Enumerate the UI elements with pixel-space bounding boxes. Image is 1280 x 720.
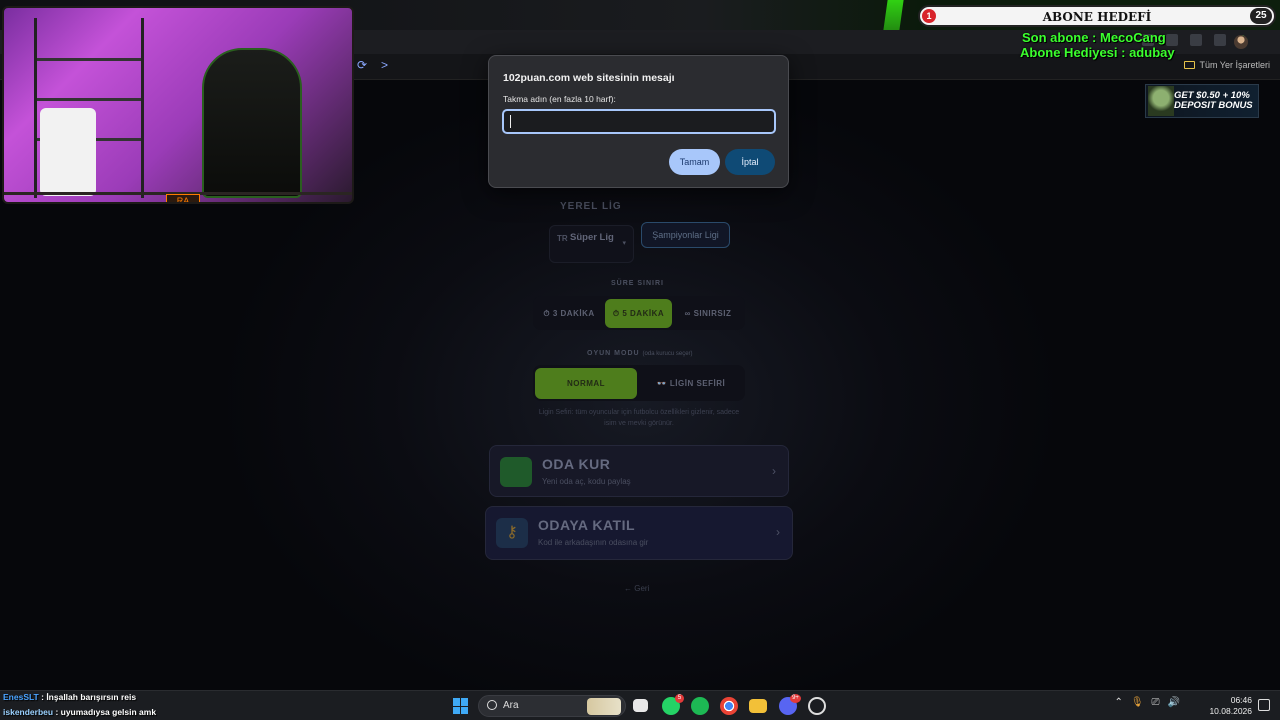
search-label: Ara <box>503 700 519 711</box>
cancel-button[interactable]: İptal <box>725 149 775 175</box>
chat-username: EnesSLT <box>3 692 39 702</box>
ad-banner[interactable]: GET $0.50 + 10% DEPOSIT BONUS <box>1145 84 1259 118</box>
time-option-3-min[interactable]: ⏱ 3 DAKİKA <box>537 299 601 328</box>
gaming-chair <box>202 48 302 198</box>
system-tray: ⌃ 🎙 ⎚ 🔊 <box>1114 697 1180 708</box>
join-room-title: ODAYA KATIL <box>538 517 636 533</box>
discord-badge: 9+ <box>790 694 801 703</box>
prompt-dialog: 102puan.com web sitesinin mesajı Takma a… <box>488 55 789 188</box>
ok-button[interactable]: Tamam <box>669 149 720 175</box>
game-mode-note: (oda kurucu seçer) <box>642 351 693 357</box>
text-cursor <box>510 115 511 128</box>
search-icon <box>487 700 497 710</box>
whatsapp-badge: 5 <box>675 694 684 703</box>
notification-icon[interactable] <box>1258 699 1270 711</box>
league-option-label: Süper Lig <box>570 232 614 243</box>
clock-date: 10.08.2026 <box>1209 706 1252 716</box>
chrome-icon[interactable] <box>720 697 738 715</box>
subscriber-info: Son abone : MecoCang Abone Hediyesi : ad… <box>1020 30 1175 60</box>
chat-message: EnesSLT : İnşallah barışırsın reis <box>3 692 137 702</box>
clock[interactable]: 06:46 10.08.2026 <box>1209 695 1252 717</box>
nickname-input[interactable] <box>502 109 776 134</box>
webcam-overlay: RA <box>2 6 354 204</box>
gift-subscriber: Abone Hediyesi : adubay <box>1020 45 1175 60</box>
chat-text: İnşallah barışırsın reis <box>46 692 137 702</box>
file-explorer-icon[interactable] <box>749 699 767 713</box>
whatsapp-icon[interactable]: 5 <box>662 694 684 715</box>
create-room-subtitle: Yeni oda aç, kodu paylaş <box>542 477 631 486</box>
league-select[interactable]: TR Süper Lig ▾ <box>549 225 634 263</box>
dialog-title: 102puan.com web sitesinin mesajı <box>503 72 675 84</box>
volume-icon[interactable]: 🔊 <box>1168 697 1180 708</box>
game-mode-label: OYUN MODU <box>587 350 640 357</box>
folder-icon <box>1184 61 1196 69</box>
goal-title: ABONE HEDEFİ <box>1042 10 1152 24</box>
mode-option-ambassador[interactable]: 👓 LİGİN SEFİRİ <box>641 368 741 399</box>
chevron-up-icon[interactable]: ⌃ <box>1114 697 1122 708</box>
ad-character-image <box>1148 86 1174 116</box>
search-highlight-image <box>587 698 621 715</box>
join-room-subtitle: Kod ile arkadaşının odasına gir <box>538 538 649 547</box>
taskbar-search[interactable]: Ara <box>478 695 626 717</box>
all-bookmarks-label: Tüm Yer İşaretleri <box>1199 60 1270 70</box>
subscriber-goal-bar: 1 ABONE HEDEFİ 25 <box>918 5 1276 27</box>
mode-option-normal[interactable]: NORMAL <box>535 368 637 399</box>
key-icon: ⚷ <box>496 518 528 548</box>
air-cooler <box>40 108 96 196</box>
ad-text: GET $0.50 + 10% DEPOSIT BONUS <box>1174 91 1253 111</box>
extension-icon[interactable] <box>1214 34 1226 46</box>
spotify-icon[interactable] <box>691 697 709 715</box>
discord-icon[interactable]: 9+ <box>779 694 801 715</box>
network-icon[interactable]: ⎚ <box>1152 697 1160 708</box>
chevron-right-icon: › <box>776 525 780 539</box>
create-room-title: ODA KUR <box>542 456 611 472</box>
ad-line-2: DEPOSIT BONUS <box>1174 100 1253 111</box>
goal-target-count: 25 <box>1250 8 1272 24</box>
extension-icon[interactable] <box>1190 34 1202 46</box>
all-bookmarks-button[interactable]: Tüm Yer İşaretleri <box>1184 60 1270 70</box>
back-link[interactable]: ← Geri <box>624 584 649 593</box>
forward-arrow-icon[interactable]: > <box>381 58 388 72</box>
chat-text: uyumadıysa gelsin amk <box>60 707 157 717</box>
chat-username: iskenderbeu <box>3 707 54 717</box>
league-code: TR <box>557 234 568 243</box>
controller-icon <box>500 457 532 487</box>
reload-icon[interactable]: ⟳ <box>357 58 367 72</box>
champions-league-button[interactable]: Şampiyonlar Ligi <box>641 222 730 248</box>
local-league-title: YEREL LİG <box>560 201 622 212</box>
mode-description: Ligin Sefiri: tüm oyuncular için futbolc… <box>538 409 740 427</box>
time-option-unlimited[interactable]: ∞ SINIRSIZ <box>676 299 740 328</box>
chat-message: iskenderbeu : uyumadıysa gelsin amk <box>3 707 157 717</box>
profile-avatar[interactable] <box>1234 35 1248 49</box>
app-icon[interactable] <box>808 697 826 715</box>
windows-start-icon[interactable] <box>453 698 469 714</box>
chevron-down-icon: ▾ <box>622 240 626 247</box>
game-mode-title: OYUN MODU (oda kurucu seçer) <box>587 350 693 357</box>
task-view-icon[interactable] <box>633 699 648 712</box>
streamer-logo: RA <box>166 194 200 202</box>
join-room-card[interactable]: ⚷ ODAYA KATIL Kod ile arkadaşının odasın… <box>485 506 793 560</box>
time-option-5-min[interactable]: ⏱ 5 DAKİKA <box>605 299 672 328</box>
chevron-right-icon: › <box>772 464 776 478</box>
chat-overlay: EnesSLT : İnşallah barışırsın reis isken… <box>3 690 156 720</box>
last-subscriber: Son abone : MecoCang <box>1022 30 1166 45</box>
taskbar: Ara 5 9+ ⌃ 🎙 ⎚ 🔊 06:46 10.08.2026 <box>0 690 1280 720</box>
microphone-icon[interactable]: 🎙 <box>1131 697 1144 708</box>
screen: ⟳ > ✣ Tüm Yer İşaretleri – ▢ YEREL LİG T… <box>0 0 1280 720</box>
clock-time: 06:46 <box>1230 695 1252 705</box>
dialog-prompt: Takma adın (en fazla 10 harf): <box>503 94 616 104</box>
create-room-card[interactable]: ODA KUR Yeni oda aç, kodu paylaş › <box>489 445 789 497</box>
time-limit-title: SÜRE SINIRI <box>611 280 665 287</box>
